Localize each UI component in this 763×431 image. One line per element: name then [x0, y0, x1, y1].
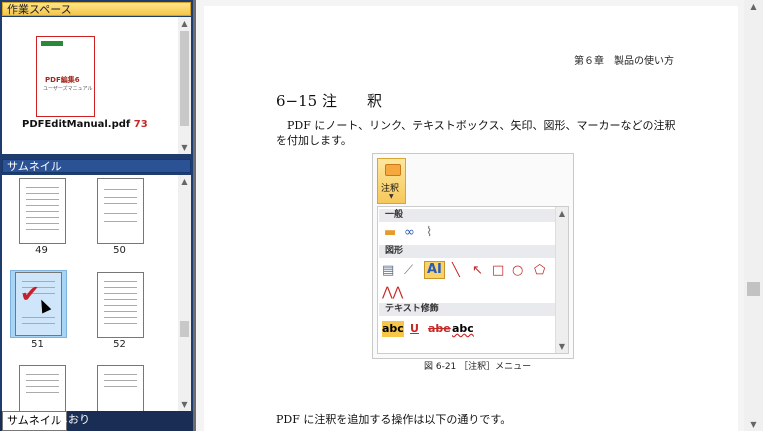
group-general: 一般	[379, 209, 559, 222]
annotation-menu-list: 一般 ▬ ∞ ⌇ 図形 ▤ ⟋ AI ╲ ↖ □ ○ ⬠ ⋀⋀ テキスト修飾 a…	[377, 206, 569, 354]
tab-bookmark[interactable]: しおり	[53, 411, 94, 429]
arrow-icon: ↖	[472, 263, 483, 278]
group-shapes: 図形	[379, 245, 559, 258]
highlight-icon: abc	[382, 321, 404, 337]
page-thumb-54[interactable]	[97, 365, 144, 411]
note-icon	[385, 164, 401, 176]
workspace-scrollbar[interactable]: ▲ ▼	[178, 17, 191, 154]
ellipse-icon: ○	[512, 263, 524, 278]
brand-logo	[41, 41, 63, 46]
page-label-51: 51	[31, 339, 44, 350]
freehand-icon: ⋀⋀	[382, 285, 404, 300]
left-panel: 作業スペース PDF編集6 ユーザーズマニュアル PDFEditManual.p…	[0, 0, 193, 431]
figure-scrollbar: ▲ ▼	[555, 207, 568, 353]
page-thumb-52[interactable]	[97, 272, 144, 338]
chapter-heading: 第６章 製品の使い方	[574, 56, 674, 67]
scroll-down-icon[interactable]: ▼	[178, 398, 191, 411]
scroll-thumb[interactable]	[747, 282, 760, 296]
document-thumbnail[interactable]: PDF編集6 ユーザーズマニュアル	[36, 36, 95, 117]
rectangle-icon: □	[492, 263, 505, 278]
page-label-50: 50	[113, 245, 126, 256]
document-name[interactable]: PDFEditManual.pdf 73	[22, 119, 148, 130]
scroll-up-icon: ▲	[558, 209, 566, 218]
strikeout-icon: abe	[428, 322, 451, 335]
note-icon: ▬	[384, 225, 397, 240]
workspace-header: 作業スペース	[2, 2, 191, 16]
scroll-up-icon[interactable]: ▲	[744, 0, 763, 13]
page-thumb-53[interactable]	[19, 365, 66, 411]
scroll-up-icon[interactable]: ▲	[178, 17, 191, 30]
scroll-thumb[interactable]	[180, 31, 189, 126]
thumbnail-list: 49 50 ✔ 51 52 ▲ ▼	[2, 175, 191, 411]
page-thumb-49[interactable]	[19, 178, 66, 244]
polygon-icon: ⬠	[534, 263, 546, 278]
scroll-down-icon[interactable]: ▼	[744, 418, 763, 431]
text-tool-icon: AI	[424, 261, 445, 279]
procedure-paragraph: PDF に注釈を追加する操作は以下の通りです。	[276, 413, 512, 426]
thumbnail-header: サムネイル	[2, 159, 191, 173]
document-viewer[interactable]: 第６章 製品の使い方 6−15 注 釈 PDF にノート、リンク、テキストボック…	[196, 0, 744, 431]
intro-paragraph: PDF にノート、リンク、テキストボックス、矢印、図形、マーカーなどの注釈を付加…	[276, 119, 676, 147]
document-filename: PDFEditManual.pdf	[22, 119, 131, 130]
viewer-scrollbar[interactable]: ▲ ▼	[744, 0, 763, 431]
thumb-subtitle: ユーザーズマニュアル	[43, 86, 93, 92]
section-title: 6−15 注 釈	[276, 92, 382, 110]
line-icon: ╲	[452, 263, 460, 278]
page-label-49: 49	[35, 245, 48, 256]
link-icon: ∞	[404, 225, 415, 240]
page-label-52: 52	[113, 339, 126, 350]
page-count: 73	[133, 119, 148, 130]
document-page: 第６章 製品の使い方 6−15 注 釈 PDF にノート、リンク、テキストボック…	[204, 6, 738, 431]
callout-icon: ⟋	[404, 263, 414, 278]
page-thumb-50[interactable]	[97, 178, 144, 244]
thumbnail-scrollbar[interactable]: ▲ ▼	[178, 175, 191, 411]
scroll-down-icon[interactable]: ▼	[178, 141, 191, 154]
scroll-thumb[interactable]	[180, 321, 189, 337]
annotation-menu-figure: 注釈 ▼ 一般 ▬ ∞ ⌇ 図形 ▤ ⟋ AI ╲ ↖ □ ○ ⬠ ⋀⋀ テキス…	[372, 153, 574, 359]
squiggly-icon: abc	[452, 322, 474, 335]
scroll-up-icon[interactable]: ▲	[178, 175, 191, 188]
thumb-title: PDF編集6	[45, 76, 80, 84]
annotation-button: 注釈 ▼	[377, 158, 406, 204]
workspace-body: PDF編集6 ユーザーズマニュアル PDFEditManual.pdf 73 ▲…	[2, 17, 191, 154]
underline-icon: U	[410, 322, 419, 335]
paperclip-icon: ⌇	[426, 225, 433, 240]
chevron-down-icon: ▼	[389, 193, 394, 200]
figure-caption: 図 6-21 ［注釈］メニュー	[424, 362, 532, 372]
group-text-markup: テキスト修飾	[379, 303, 559, 316]
panel-tabs: サムネイル しおり	[0, 411, 193, 431]
scroll-down-icon: ▼	[558, 342, 566, 351]
textbox-icon: ▤	[382, 263, 395, 278]
